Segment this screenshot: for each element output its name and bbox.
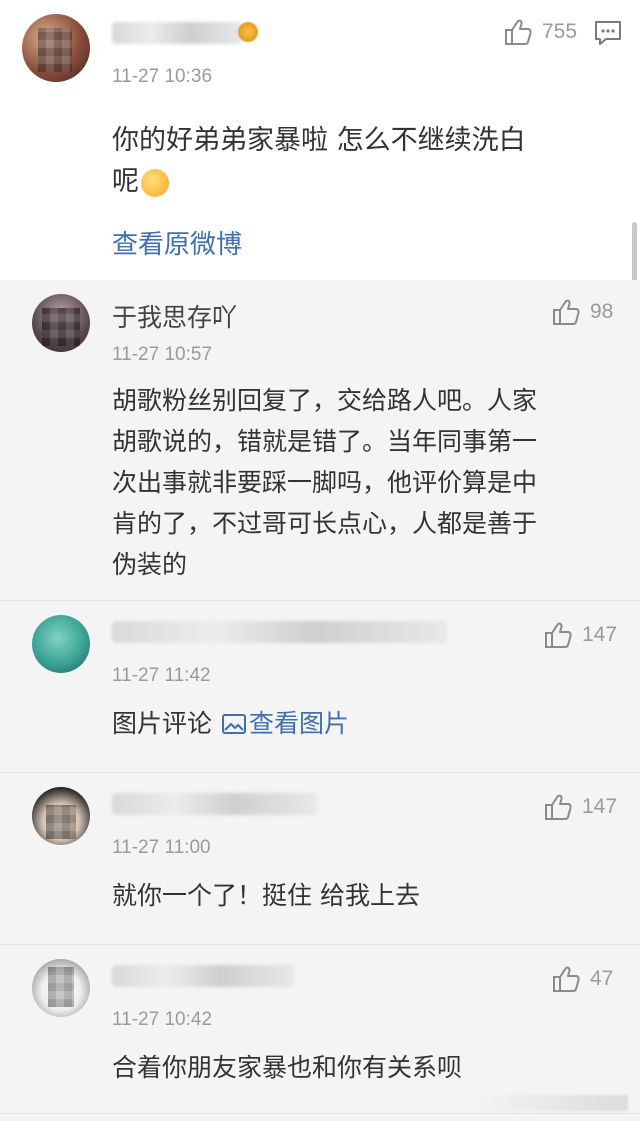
thumbs-up-icon: [545, 622, 572, 648]
reply-time: 11-27 10:57: [112, 344, 213, 365]
reply-line: 伪装的: [112, 550, 188, 579]
thumbs-up-icon: [553, 299, 580, 325]
avatar[interactable]: [32, 294, 90, 352]
like-count: 755: [542, 20, 578, 43]
reply-line: 胡歌粉丝别回复了，交给路人吧。人家: [112, 386, 538, 415]
list-item: 于我思存吖 98 11-27 10:57 胡歌粉丝别回复了，交给路人吧。人家 胡…: [0, 280, 640, 598]
reply-content: 图片评论 查看图片: [112, 703, 349, 744]
like-count: 147: [582, 795, 618, 818]
reply-time: 11-27 11:42: [112, 665, 211, 686]
avatar[interactable]: [22, 14, 90, 82]
divider: [0, 1113, 640, 1114]
like-count: 147: [582, 623, 618, 646]
reply-content: 就你一个了！挺住 给我上去: [112, 881, 420, 910]
avatar[interactable]: [32, 959, 90, 1017]
like-button[interactable]: 755: [504, 18, 577, 46]
view-image-link[interactable]: 查看图片: [249, 703, 349, 744]
post-time: 11-27 10:36: [112, 66, 213, 87]
like-count: 98: [590, 300, 614, 323]
list-item: 147 11-27 11:42 图片评论 查看图片: [0, 601, 640, 771]
reply-author-name[interactable]: [112, 793, 317, 815]
thumbs-up-icon: [553, 966, 580, 992]
emoji-icon: [141, 168, 169, 197]
avatar[interactable]: [32, 615, 90, 673]
reply-content: 胡歌粉丝别回复了，交给路人吧。人家 胡歌说的，错就是错了。当年同事第一 次出事就…: [112, 380, 537, 585]
view-original-link[interactable]: 查看原微博: [112, 224, 242, 261]
reply-time: 11-27 10:42: [112, 1009, 213, 1030]
post-content-line2: 呢: [112, 166, 139, 197]
main-post: 755 11-27 10:36 你的好弟弟家暴啦 怎么不继续洗白 呢 查看原微博: [0, 0, 640, 280]
avatar-mosaic: [48, 967, 74, 1007]
like-count: 47: [590, 967, 614, 990]
reply-time: 11-27 11:00: [112, 837, 211, 858]
image-icon: [222, 713, 247, 734]
reply-content: 合着你朋友家暴也和你有关系呗: [112, 1053, 463, 1082]
picture-comment-label: 图片评论: [112, 709, 213, 738]
like-button[interactable]: 98: [552, 298, 613, 326]
avatar-mosaic: [38, 28, 72, 72]
post-content-line1: 你的好弟弟家暴啦 怎么不继续洗白: [112, 125, 526, 156]
reply-author-name[interactable]: 于我思存吖: [112, 298, 237, 334]
author-name[interactable]: [112, 22, 242, 44]
reply-author-name[interactable]: [112, 965, 294, 987]
reply-author-name[interactable]: [112, 621, 447, 643]
avatar-mosaic: [46, 805, 76, 839]
avatar-mosaic: [42, 308, 80, 346]
reply-line: 肯的了，不过哥可长点心，人都是善于: [112, 509, 538, 538]
avatar[interactable]: [32, 787, 90, 845]
post-content: 你的好弟弟家暴啦 怎么不继续洗白 呢: [112, 120, 526, 202]
comment-icon[interactable]: [594, 20, 622, 46]
thumbs-up-icon: [505, 19, 532, 45]
watermark: [478, 1095, 628, 1111]
like-button[interactable]: 47: [552, 965, 613, 993]
reply-line: 次出事就非要踩一脚吗，他评价算是中: [112, 468, 538, 497]
list-item: 147 11-27 11:00 就你一个了！挺住 给我上去: [0, 773, 640, 943]
reply-line: 胡歌说的，错就是错了。当年同事第一: [112, 427, 538, 456]
badge-icon: [238, 22, 258, 42]
thumbs-up-icon: [545, 794, 572, 820]
like-button[interactable]: 147: [544, 793, 617, 821]
like-button[interactable]: 147: [544, 621, 617, 649]
